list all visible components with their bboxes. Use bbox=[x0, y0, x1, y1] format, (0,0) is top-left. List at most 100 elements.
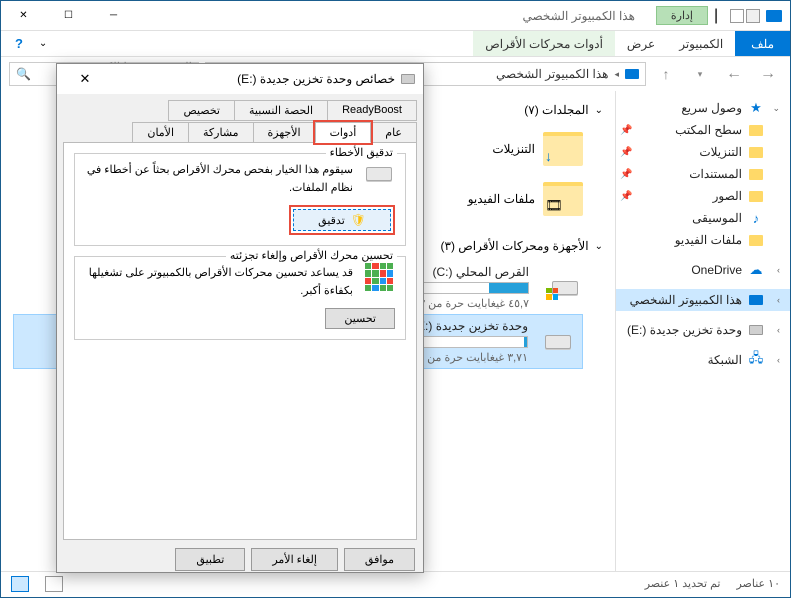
nav-forward-button[interactable]: ← bbox=[720, 60, 748, 88]
button-label: تدقيق bbox=[318, 214, 345, 227]
defrag-icon bbox=[363, 265, 395, 289]
chevron-icon[interactable]: › bbox=[770, 265, 780, 275]
nav-label: هذا الكمبيوتر الشخصي bbox=[620, 293, 742, 307]
check-button-highlight: 🛡 تدقيق bbox=[289, 205, 395, 235]
nav-this-pc[interactable]: › هذا الكمبيوتر الشخصي bbox=[616, 289, 790, 311]
folder-videos[interactable]: 🎞 ملفات الفيديو bbox=[443, 175, 583, 223]
close-button[interactable]: ✕ bbox=[1, 1, 46, 31]
qat-icon[interactable] bbox=[730, 9, 744, 23]
ribbon-tab-computer[interactable]: الكمبيوتر bbox=[667, 31, 735, 56]
ribbon-tab-drive-tools[interactable]: أدوات محركات الأقراص bbox=[473, 31, 615, 56]
fieldset-text: قد يساعد تحسين محركات الأقراص بالكمبيوتر… bbox=[85, 265, 353, 300]
pin-icon: 📌 bbox=[620, 147, 632, 158]
network-icon: 🖧 bbox=[748, 352, 764, 368]
pin-icon: 📌 bbox=[620, 125, 632, 136]
search-icon: 🔍 bbox=[16, 67, 31, 81]
nav-item-videos[interactable]: ملفات الفيديو bbox=[616, 229, 790, 251]
chevron-icon[interactable]: › bbox=[770, 325, 780, 335]
chevron-down-icon: ⌄ bbox=[595, 105, 603, 116]
breadcrumb-sep: ◂ bbox=[614, 69, 619, 80]
folder-icon bbox=[748, 188, 764, 204]
view-tiles-button[interactable] bbox=[11, 576, 29, 592]
tab-hardware[interactable]: الأجهزة bbox=[253, 122, 316, 143]
folder-icon bbox=[748, 144, 764, 160]
tab-general[interactable]: عام bbox=[370, 122, 417, 143]
optimize-button[interactable]: تحسين bbox=[325, 308, 395, 329]
nav-item-desktop[interactable]: سطح المكتب 📌 bbox=[616, 119, 790, 141]
window-titlebar: ✕ ☐ ─ هذا الكمبيوتر الشخصي إدارة | bbox=[1, 1, 790, 31]
status-item-count: ١٠ عناصر bbox=[736, 577, 780, 590]
nav-group-pc: › هذا الكمبيوتر الشخصي bbox=[616, 289, 790, 311]
nav-label: وصول سريع bbox=[620, 101, 742, 115]
check-button[interactable]: 🛡 تدقيق bbox=[293, 209, 391, 231]
drive-icon bbox=[401, 74, 415, 84]
cancel-button[interactable]: إلغاء الأمر bbox=[251, 548, 338, 571]
nav-back-button[interactable]: → bbox=[754, 60, 782, 88]
section-title: المجلدات (٧) bbox=[524, 103, 588, 117]
nav-onedrive[interactable]: › ☁ OneDrive bbox=[616, 259, 790, 281]
tab-tools[interactable]: أدوات bbox=[315, 122, 372, 143]
nav-item-music[interactable]: ♪الموسيقى bbox=[616, 207, 790, 229]
titlebar-content: هذا الكمبيوتر الشخصي إدارة | bbox=[522, 6, 790, 25]
nav-history-button[interactable]: ▾ bbox=[686, 60, 714, 88]
folder-label: ملفات الفيديو bbox=[468, 192, 535, 206]
dialog-close-button[interactable]: ✕ bbox=[65, 64, 105, 94]
cloud-icon: ☁ bbox=[748, 262, 764, 278]
nav-label: سطح المكتب bbox=[638, 123, 742, 137]
maximize-button[interactable]: ☐ bbox=[46, 1, 91, 31]
quick-access-toolbar bbox=[730, 9, 760, 23]
folder-icon bbox=[748, 232, 764, 248]
status-selected-count: تم تحديد ١ عنصر bbox=[645, 577, 721, 590]
dialog-buttons: موافق إلغاء الأمر تطبيق bbox=[57, 540, 423, 579]
ribbon-file-tab[interactable]: ملف bbox=[735, 31, 790, 56]
dialog-body: تدقيق الأخطاء سيقوم هذا الخيار بفحص محرك… bbox=[63, 142, 417, 540]
help-button[interactable]: ? bbox=[7, 31, 31, 56]
nav-quick-access[interactable]: ⌄ ★ وصول سريع bbox=[616, 97, 790, 119]
ribbon-tab-view[interactable]: عرض bbox=[615, 31, 667, 56]
apply-button[interactable]: تطبيق bbox=[175, 548, 245, 571]
nav-label: الصور bbox=[638, 189, 742, 203]
contextual-tab-label: إدارة bbox=[656, 6, 708, 25]
fieldset-text: سيقوم هذا الخيار بفحص محرك الأقراص بحثاً… bbox=[85, 162, 353, 197]
drive-check-icon bbox=[363, 162, 395, 186]
folder-icon bbox=[748, 166, 764, 182]
fieldset-legend: تدقيق الأخطاء bbox=[326, 146, 397, 159]
chevron-icon[interactable]: › bbox=[770, 295, 780, 305]
nav-label: وحدة تخزين جديدة (:E) bbox=[620, 323, 742, 337]
nav-drive-e[interactable]: › وحدة تخزين جديدة (:E) bbox=[616, 319, 790, 341]
tab-sharing[interactable]: مشاركة bbox=[188, 122, 254, 143]
minimize-button[interactable]: ─ bbox=[91, 1, 136, 31]
chevron-down-icon: ⌄ bbox=[595, 241, 603, 252]
folder-icon bbox=[748, 122, 764, 138]
nav-group-drive: › وحدة تخزين جديدة (:E) bbox=[616, 319, 790, 341]
tab-customize[interactable]: تخصيص bbox=[168, 100, 235, 121]
folder-icon: 🎞 bbox=[543, 182, 583, 216]
window-title: هذا الكمبيوتر الشخصي bbox=[522, 9, 634, 23]
nav-item-documents[interactable]: المستندات📌 bbox=[616, 163, 790, 185]
ok-button[interactable]: موافق bbox=[344, 548, 415, 571]
tab-quota[interactable]: الحصة النسبية bbox=[234, 100, 328, 121]
separator: | bbox=[714, 7, 724, 25]
nav-label: التنزيلات bbox=[638, 145, 742, 159]
drive-icon bbox=[748, 322, 764, 338]
nav-up-button[interactable]: ↑ bbox=[652, 60, 680, 88]
pin-icon: 📌 bbox=[620, 191, 632, 202]
nav-network[interactable]: ›🖧الشبكة bbox=[616, 349, 790, 371]
ribbon-expand-button[interactable]: ⌄ bbox=[31, 31, 55, 56]
breadcrumb-item[interactable]: هذا الكمبيوتر الشخصي bbox=[496, 67, 608, 81]
pc-icon bbox=[625, 69, 639, 79]
chevron-down-icon[interactable]: ⌄ bbox=[770, 103, 780, 114]
nav-item-pictures[interactable]: الصور 📌 bbox=[616, 185, 790, 207]
ribbon: ملف الكمبيوتر عرض أدوات محركات الأقراص ⌄… bbox=[1, 31, 790, 57]
chevron-icon[interactable]: › bbox=[770, 355, 780, 365]
tab-security[interactable]: الأمان bbox=[132, 122, 189, 143]
pin-icon: 📌 bbox=[620, 169, 632, 180]
folder-downloads[interactable]: ↓التنزيلات bbox=[443, 125, 583, 173]
tab-readyboost[interactable]: ReadyBoost bbox=[327, 100, 417, 121]
qat-icon[interactable] bbox=[746, 9, 760, 23]
music-icon: ♪ bbox=[748, 210, 764, 226]
nav-group-network: ›🖧الشبكة bbox=[616, 349, 790, 371]
nav-label: OneDrive bbox=[620, 263, 742, 277]
nav-item-downloads[interactable]: التنزيلات 📌 bbox=[616, 141, 790, 163]
dialog-titlebar: خصائص وحدة تخزين جديدة (:E) ✕ bbox=[57, 64, 423, 94]
